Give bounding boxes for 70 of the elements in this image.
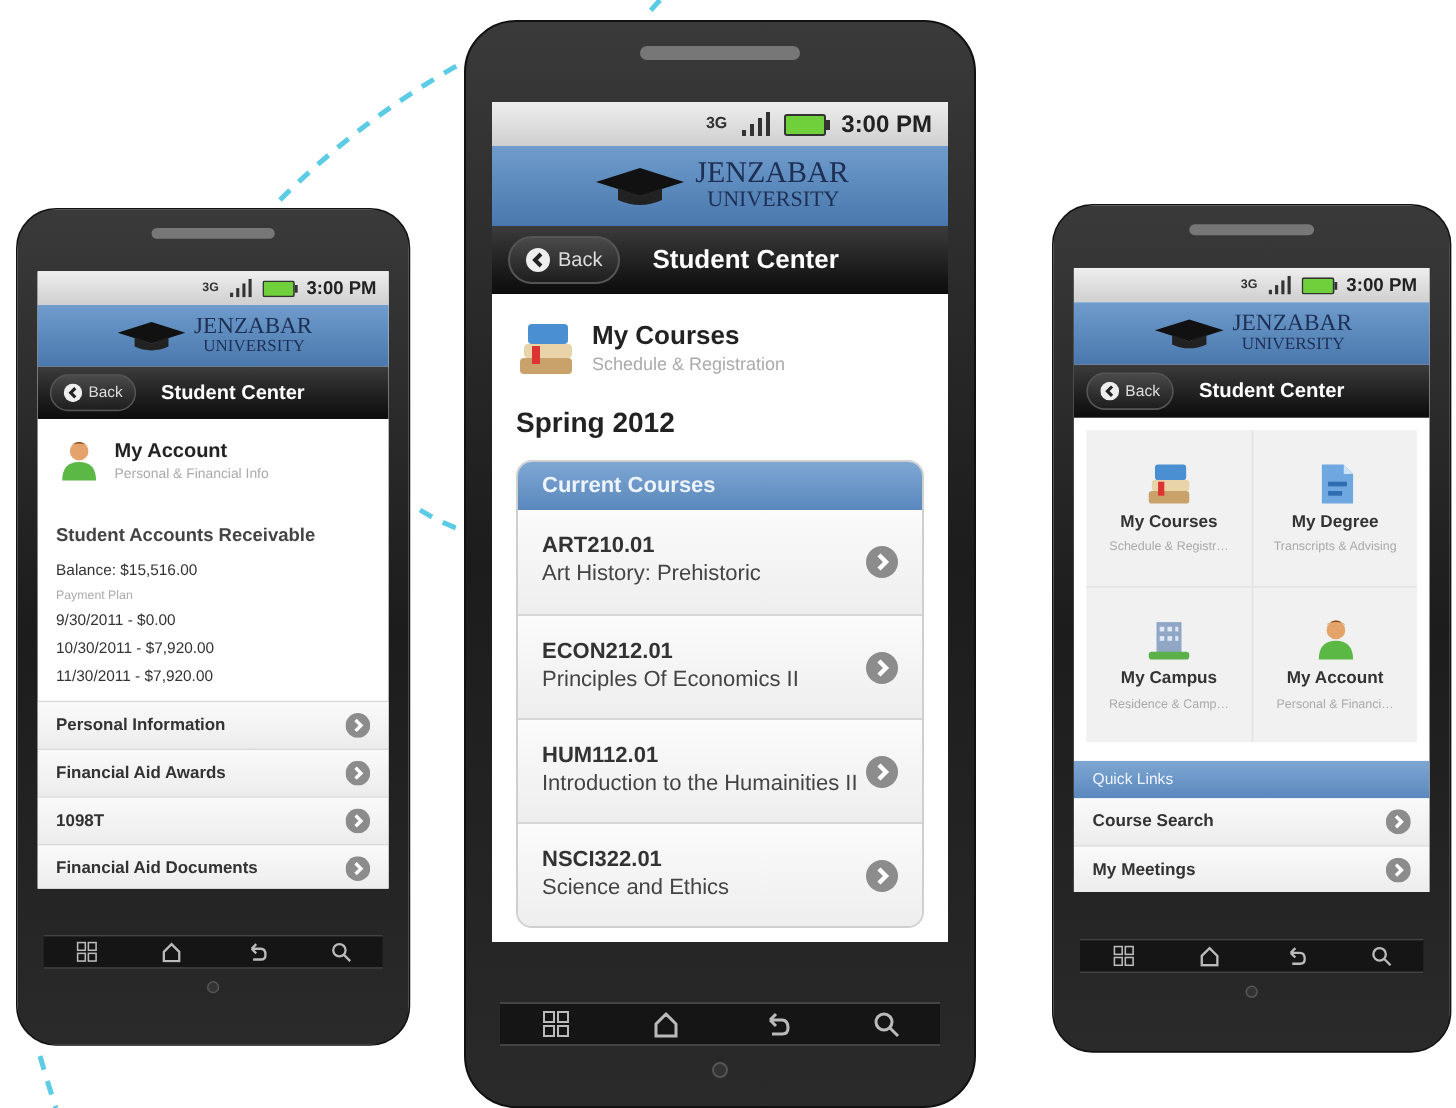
chevron-icon: [1385, 857, 1411, 883]
chevron-icon: [345, 808, 371, 834]
course-item[interactable]: HUM112.01 Introduction to the Humainities II: [518, 718, 922, 822]
battery-icon: [261, 279, 298, 297]
dashed-curve: [418, 507, 457, 531]
trackball: [206, 981, 220, 994]
chevron-icon: [345, 760, 371, 786]
logo-subtitle: UNIVERSITY: [1239, 336, 1347, 354]
back-button[interactable]: Back: [508, 236, 621, 284]
back-icon: [63, 383, 83, 403]
logo-name: JENZABAR: [1232, 313, 1353, 337]
search-icon: [1369, 945, 1392, 967]
logo-name: JENZABAR: [194, 315, 313, 339]
chevron-icon: [345, 713, 371, 738]
menu-icon: [541, 1010, 569, 1038]
battery-icon: [1301, 276, 1337, 294]
battery-icon: [783, 113, 830, 135]
section-title: My Account: [114, 439, 230, 465]
section-heading: Student Accounts Receivable: [56, 521, 318, 549]
signal-icon: [227, 278, 253, 298]
list-item[interactable]: Financial Aid Documents: [37, 845, 389, 889]
logo-subtitle: UNIVERSITY: [201, 338, 307, 356]
panel-header: Current Courses: [518, 462, 922, 510]
clock-time: 3:00 PM: [306, 275, 377, 302]
section-title: My Courses: [592, 320, 742, 353]
list-item[interactable]: My Meetings: [1073, 846, 1430, 892]
trackball: [1245, 985, 1258, 999]
chevron-icon: [866, 651, 898, 683]
course-item[interactable]: NSCI322.01 Science and Ethics: [518, 822, 922, 926]
chevron-icon: [866, 546, 898, 578]
home-icon: [160, 941, 182, 963]
chevron-icon: [866, 755, 898, 787]
mortarboard-icon: [1151, 314, 1227, 353]
course-item[interactable]: ECON212.01 Principles Of Economics II: [518, 614, 922, 718]
clock-time: 3:00 PM: [841, 108, 932, 142]
screen-title: Student Center: [1199, 377, 1345, 407]
books-icon: [516, 318, 576, 378]
menu-icon: [75, 941, 97, 963]
signal-icon: [1266, 275, 1292, 295]
books-icon: [1145, 459, 1193, 507]
search-icon: [871, 1010, 899, 1038]
term-heading: Spring 2012: [514, 404, 677, 442]
clock-time: 3:00 PM: [1346, 272, 1418, 300]
dashed-curve: [37, 1055, 59, 1108]
list-item[interactable]: Course Search: [1073, 798, 1430, 847]
network-label: 3G: [705, 116, 728, 132]
list-item[interactable]: Personal Information: [37, 702, 389, 751]
speaker-grille: [151, 228, 275, 239]
building-icon: [1145, 616, 1193, 664]
search-icon: [329, 941, 351, 963]
mortarboard-icon: [114, 317, 188, 355]
logo-subtitle: UNIVERSITY: [705, 190, 842, 212]
home-icon: [1197, 945, 1220, 967]
back-icon: [526, 248, 550, 272]
course-item[interactable]: ART210.01 Art History: Prehistoric: [518, 510, 922, 614]
back-icon: [1100, 381, 1120, 401]
menu-icon: [1112, 945, 1134, 967]
chevron-icon: [866, 859, 898, 891]
screen-title: Student Center: [652, 242, 839, 279]
signal-icon: [739, 112, 772, 136]
list-item[interactable]: 1098T: [37, 797, 389, 846]
chevron-icon: [345, 856, 371, 881]
trackball: [712, 1062, 728, 1078]
screen-title: Student Center: [161, 378, 305, 408]
list-item[interactable]: Financial Aid Awards: [37, 750, 389, 798]
section-subtitle: Schedule & Registration: [592, 353, 786, 376]
logo-name: JENZABAR: [695, 160, 849, 190]
speaker-grille: [1189, 224, 1315, 236]
home-icon: [651, 1010, 679, 1038]
chevron-icon: [1385, 809, 1411, 835]
